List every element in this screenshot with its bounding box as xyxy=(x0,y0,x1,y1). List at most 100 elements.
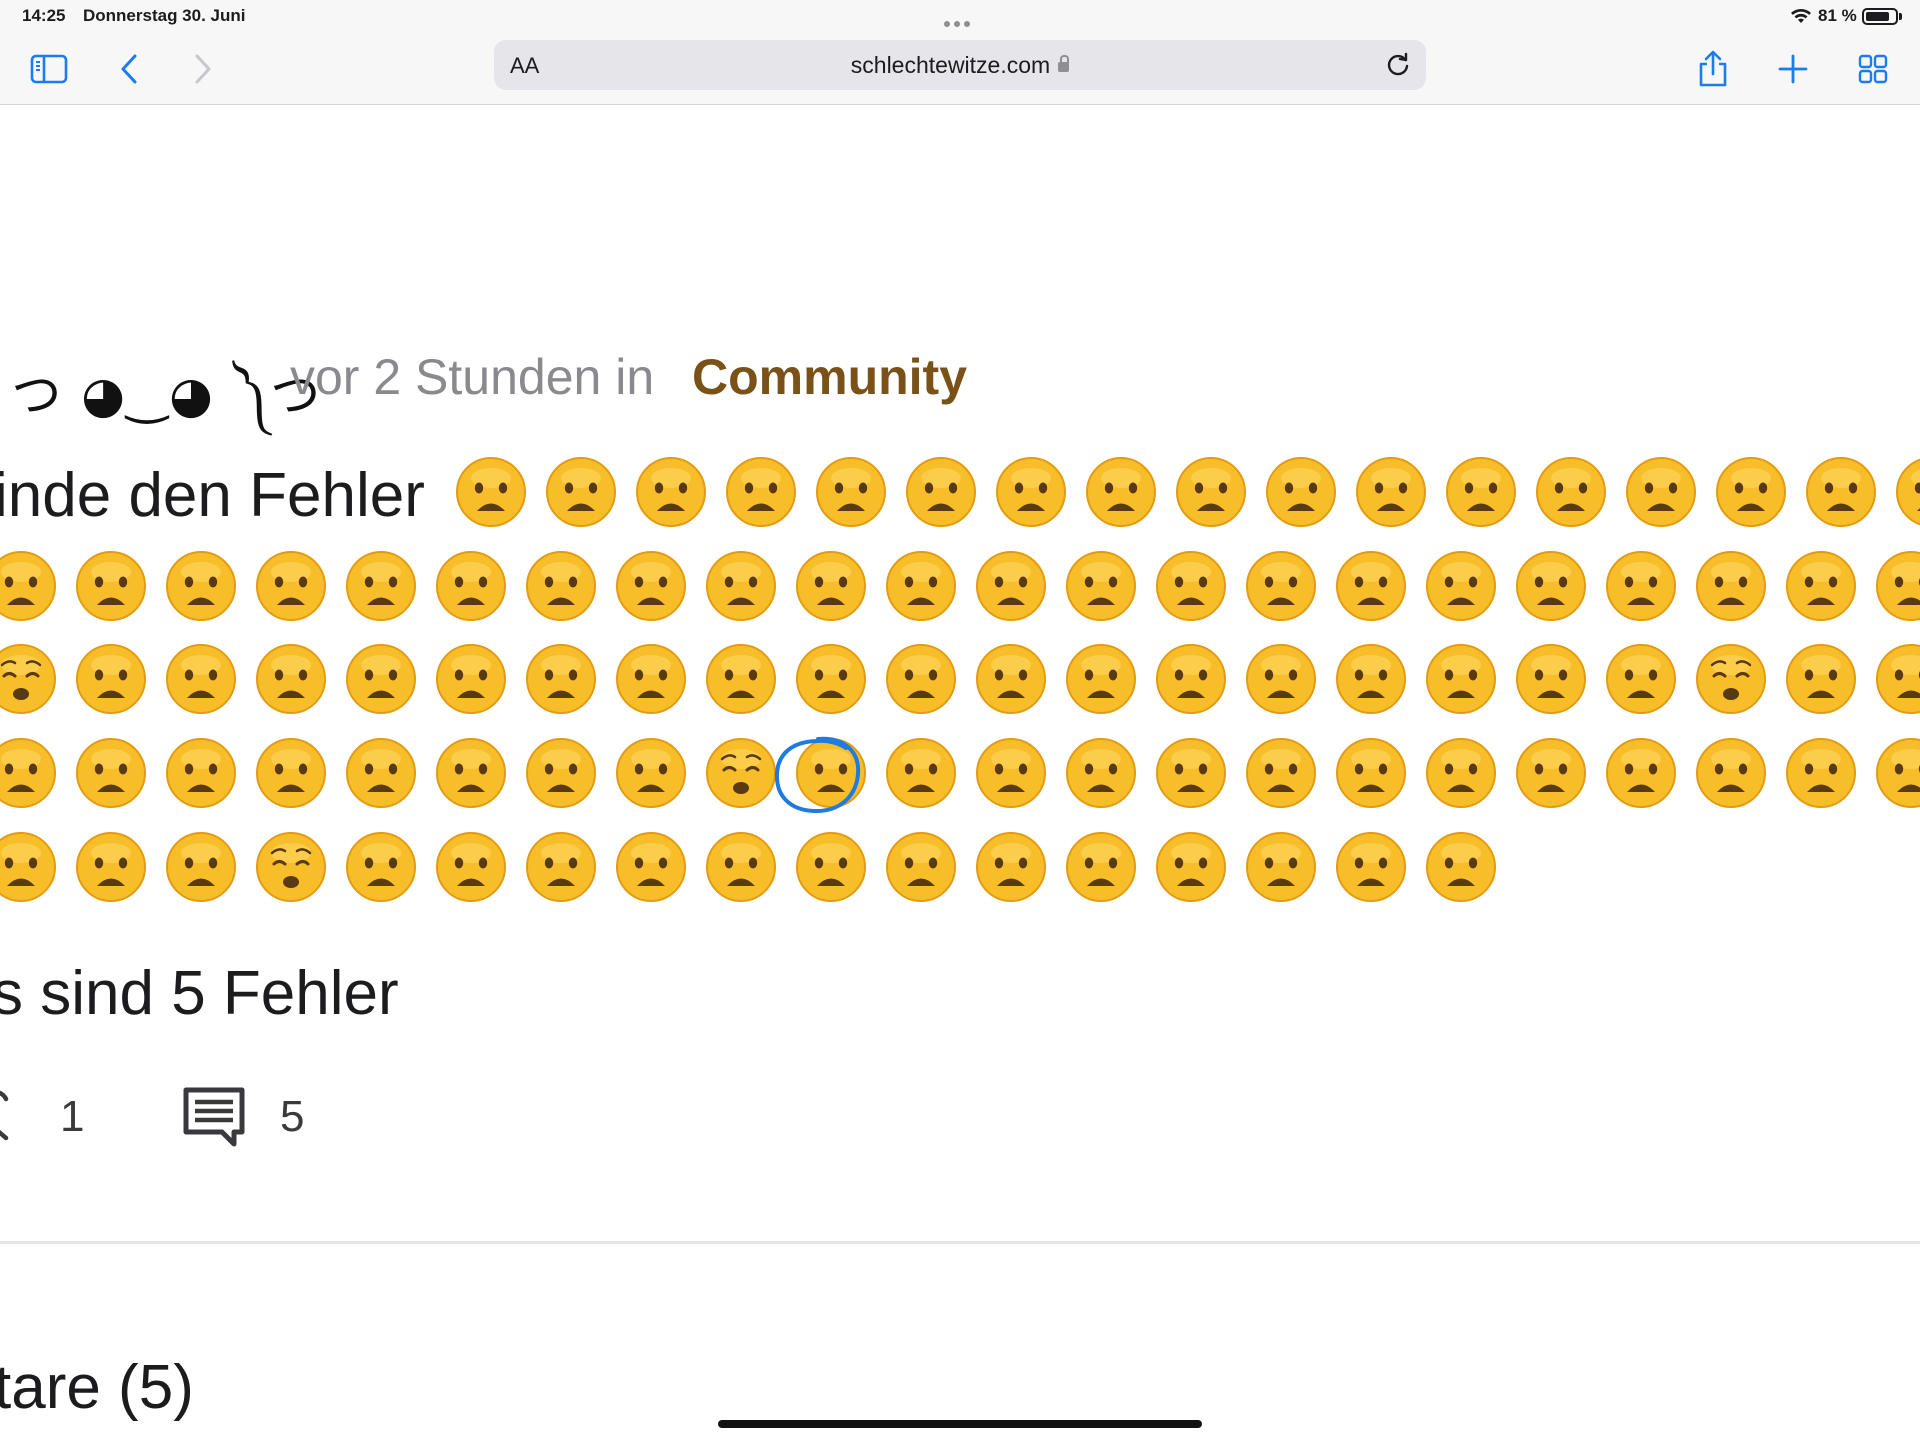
frowning-emoji-icon xyxy=(435,831,507,903)
home-indicator[interactable] xyxy=(718,1420,1202,1428)
frowning-emoji-icon xyxy=(0,550,57,622)
frowning-emoji-icon xyxy=(435,737,507,809)
forward-icon xyxy=(195,54,211,84)
multitasking-dots-icon[interactable] xyxy=(944,14,976,27)
battery-icon xyxy=(1862,8,1898,25)
post-answer: s sind 5 Fehler xyxy=(0,959,399,1028)
frowning-emoji-icon xyxy=(255,643,327,715)
tab-overview-button[interactable] xyxy=(1848,44,1898,94)
frowning-emoji-icon xyxy=(1335,831,1407,903)
frowning-emoji-icon xyxy=(1065,643,1137,715)
share-button[interactable] xyxy=(1688,44,1738,94)
frowning-emoji-icon xyxy=(1085,456,1157,528)
frowning-emoji-icon xyxy=(725,456,797,528)
frowning-emoji-icon xyxy=(165,737,237,809)
frowning-emoji-icon xyxy=(705,831,777,903)
frowning-emoji-icon xyxy=(75,643,147,715)
back-button[interactable] xyxy=(104,44,154,94)
frowning-emoji-icon xyxy=(75,737,147,809)
frowning-emoji-icon xyxy=(1355,456,1427,528)
frowning-emoji-icon xyxy=(1515,737,1587,809)
frowning-emoji-icon xyxy=(885,737,957,809)
status-date: Donnerstag 30. Juni xyxy=(83,6,246,25)
frowning-emoji-icon xyxy=(525,550,597,622)
frowning-emoji-icon xyxy=(1895,456,1920,528)
frowning-emoji-icon xyxy=(1875,643,1920,715)
status-time: 14:25 xyxy=(22,6,66,25)
like-icon[interactable] xyxy=(0,1088,28,1144)
highlight-circle xyxy=(774,736,861,814)
frowning-emoji-icon xyxy=(255,737,327,809)
post-title: inde den Fehler xyxy=(0,461,425,530)
url-display[interactable]: schlechtewitze.com xyxy=(494,52,1426,79)
frowning-emoji-icon xyxy=(1245,831,1317,903)
frowning-emoji-icon xyxy=(1265,456,1337,528)
frowning-emoji-icon xyxy=(525,643,597,715)
frowning-emoji-icon xyxy=(885,643,957,715)
wifi-icon xyxy=(1791,9,1811,23)
frowning-emoji-icon xyxy=(255,550,327,622)
frowning-emoji-icon xyxy=(1425,737,1497,809)
address-bar[interactable]: AA schlechtewitze.com xyxy=(494,40,1426,90)
frowning-emoji-icon xyxy=(1515,550,1587,622)
frowning-emoji-icon xyxy=(165,643,237,715)
sidebar-button[interactable] xyxy=(24,44,74,94)
frowning-emoji-icon xyxy=(1425,550,1497,622)
frowning-emoji-icon xyxy=(1425,643,1497,715)
frowning-emoji-icon xyxy=(345,737,417,809)
author-name[interactable]: ʖ̯ つ ◕‿◕ ༽つ xyxy=(0,340,322,480)
category-link[interactable]: Community xyxy=(692,348,967,406)
frowning-emoji-icon xyxy=(975,643,1047,715)
frowning-emoji-icon xyxy=(345,831,417,903)
odd-emoji-icon xyxy=(0,643,57,715)
back-icon xyxy=(121,54,137,84)
post-timestamp: vor 2 Stunden in xyxy=(290,349,655,405)
frowning-emoji-icon xyxy=(615,643,687,715)
frowning-emoji-icon xyxy=(885,831,957,903)
frowning-emoji-icon xyxy=(705,643,777,715)
section-divider xyxy=(0,1241,1920,1244)
frowning-emoji-icon xyxy=(1805,456,1877,528)
frowning-emoji-icon xyxy=(905,456,977,528)
new-tab-button[interactable] xyxy=(1768,44,1818,94)
frowning-emoji-icon xyxy=(995,456,1067,528)
frowning-emoji-icon xyxy=(165,550,237,622)
frowning-emoji-icon xyxy=(815,456,887,528)
frowning-emoji-icon xyxy=(705,550,777,622)
frowning-emoji-icon xyxy=(0,831,57,903)
frowning-emoji-icon xyxy=(1515,643,1587,715)
frowning-emoji-icon xyxy=(0,737,57,809)
frowning-emoji-icon xyxy=(1175,456,1247,528)
frowning-emoji-icon xyxy=(1605,550,1677,622)
frowning-emoji-icon xyxy=(635,456,707,528)
frowning-emoji-icon xyxy=(1065,831,1137,903)
frowning-emoji-icon xyxy=(1605,737,1677,809)
comment-icon[interactable] xyxy=(182,1086,246,1148)
frowning-emoji-icon xyxy=(885,550,957,622)
frowning-emoji-icon xyxy=(975,550,1047,622)
frowning-emoji-icon xyxy=(165,831,237,903)
browser-toolbar: AA schlechtewitze.com xyxy=(0,34,1920,105)
battery-cap xyxy=(1899,13,1902,20)
plus-icon xyxy=(1778,54,1808,84)
frowning-emoji-icon xyxy=(435,550,507,622)
frowning-emoji-icon xyxy=(525,831,597,903)
sidebar-icon xyxy=(30,54,68,84)
frowning-emoji-icon xyxy=(1445,456,1517,528)
url-text: schlechtewitze.com xyxy=(850,52,1051,78)
frowning-emoji-icon xyxy=(1065,550,1137,622)
reload-icon[interactable] xyxy=(1384,51,1412,79)
frowning-emoji-icon xyxy=(1785,737,1857,809)
frowning-emoji-icon xyxy=(1065,737,1137,809)
frowning-emoji-icon xyxy=(795,550,867,622)
forward-button[interactable] xyxy=(178,44,228,94)
frowning-emoji-icon xyxy=(1335,643,1407,715)
frowning-emoji-icon xyxy=(1695,550,1767,622)
frowning-emoji-icon xyxy=(545,456,617,528)
frowning-emoji-icon xyxy=(1625,456,1697,528)
odd-emoji-icon xyxy=(705,737,777,809)
frowning-emoji-icon xyxy=(1425,831,1497,903)
frowning-emoji-icon xyxy=(1875,737,1920,809)
frowning-emoji-icon xyxy=(1785,643,1857,715)
frowning-emoji-icon xyxy=(1155,737,1227,809)
